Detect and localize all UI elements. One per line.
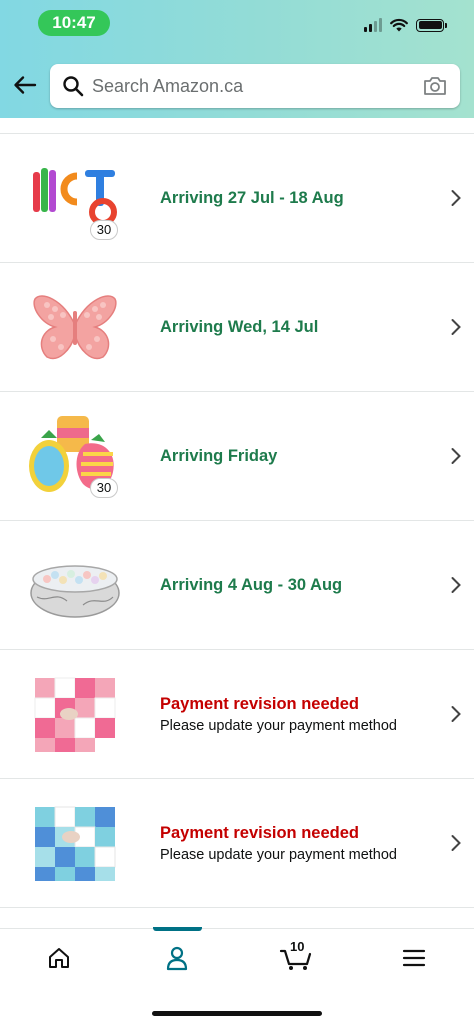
search-icon: [63, 76, 84, 97]
account-icon: [166, 946, 188, 971]
order-row[interactable]: Arriving Wed, 14 Jul: [0, 263, 474, 392]
chevron-right-icon: [451, 448, 461, 464]
header: 10:47: [0, 0, 474, 118]
nav-account[interactable]: [147, 943, 207, 973]
product-image-ball-pit: [25, 543, 125, 629]
payment-status: Payment revision needed: [160, 823, 359, 842]
product-image-blue-foam-mat: [25, 801, 125, 887]
order-row[interactable]: Payment revision needed Please update yo…: [0, 650, 474, 779]
battery-icon: [416, 18, 447, 32]
order-row[interactable]: Payment revision needed Please update yo…: [0, 779, 474, 908]
cart-count-badge: 10: [290, 939, 305, 954]
chevron-right-icon: [451, 190, 461, 206]
search-input[interactable]: [92, 75, 422, 97]
order-list: 30 Arriving 27 Jul - 18 Aug Arriving Wed…: [0, 118, 474, 928]
chevron-right-icon: [451, 577, 461, 593]
order-row[interactable]: 30 Arriving Friday: [0, 392, 474, 521]
bottom-nav: 10: [0, 927, 474, 1024]
chevron-right-icon: [451, 319, 461, 335]
order-text: Payment revision needed Please update yo…: [160, 650, 397, 778]
wifi-icon: [390, 18, 408, 32]
camera-icon[interactable]: [422, 74, 448, 98]
order-text: Arriving Wed, 14 Jul: [160, 263, 318, 391]
order-text: Arriving 4 Aug - 30 Aug: [160, 521, 342, 649]
arrow-left-icon: [14, 76, 37, 94]
delivery-status: Arriving 4 Aug - 30 Aug: [160, 575, 343, 594]
active-tab-indicator: [153, 927, 202, 931]
home-indicator: [152, 1011, 322, 1016]
payment-detail: Please update your payment method: [160, 846, 397, 863]
delivery-status: Arriving Friday: [160, 446, 278, 465]
quantity-badge: 30: [90, 220, 118, 240]
chevron-right-icon: [451, 706, 461, 722]
product-image-butterfly-pop-it: [25, 285, 125, 371]
divider: [0, 118, 474, 134]
menu-icon: [402, 949, 426, 967]
payment-status: Payment revision needed: [160, 694, 359, 713]
order-text: Arriving Friday: [160, 392, 277, 520]
delivery-status: Arriving 27 Jul - 18 Aug: [160, 188, 344, 207]
home-icon: [49, 948, 69, 968]
search-bar[interactable]: [50, 64, 460, 108]
quantity-badge: 30: [90, 478, 118, 498]
product-image-pink-foam-mat: [25, 672, 125, 758]
status-time: 10:47: [38, 10, 110, 36]
order-text: Arriving 27 Jul - 18 Aug: [160, 134, 344, 262]
status-icons: [364, 16, 447, 34]
nav-home[interactable]: [29, 943, 89, 973]
delivery-status: Arriving Wed, 14 Jul: [160, 317, 319, 336]
order-text: Payment revision needed Please update yo…: [160, 779, 397, 907]
order-row[interactable]: Arriving 4 Aug - 30 Aug: [0, 521, 474, 650]
order-row[interactable]: 30 Arriving 27 Jul - 18 Aug: [0, 134, 474, 263]
chevron-right-icon: [451, 835, 461, 851]
back-button[interactable]: [10, 70, 40, 100]
nav-menu[interactable]: [384, 943, 444, 973]
cellular-signal-icon: [364, 18, 382, 32]
payment-detail: Please update your payment method: [160, 717, 397, 734]
